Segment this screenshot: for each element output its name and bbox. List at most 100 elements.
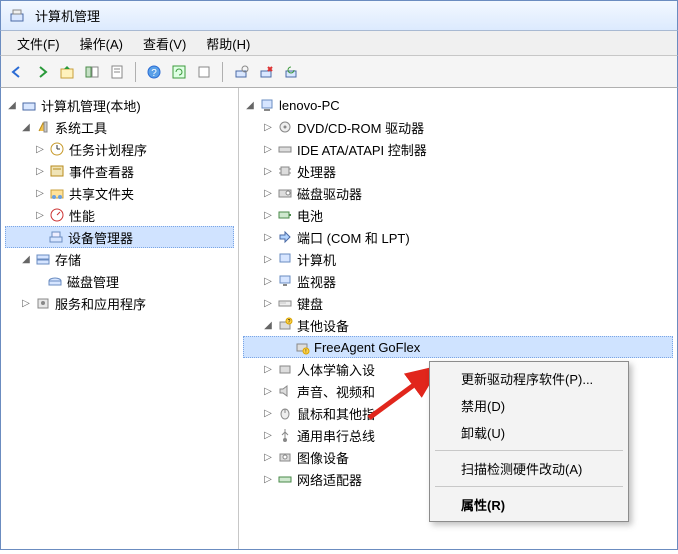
cm-update-driver[interactable]: 更新驱动程序软件(P)...	[433, 365, 625, 392]
ide-controller-icon	[277, 141, 293, 157]
cm-disable[interactable]: 禁用(D)	[433, 392, 625, 419]
collapse-icon[interactable]: ◢	[19, 252, 33, 266]
tree-performance[interactable]: ▷ 性能	[5, 204, 234, 226]
tree-label: 监视器	[297, 272, 336, 291]
tree-task-scheduler[interactable]: ▷ 任务计划程序	[5, 138, 234, 160]
expand-icon[interactable]: ▷	[261, 472, 275, 486]
performance-icon	[49, 207, 65, 223]
device-monitors[interactable]: ▷ 监视器	[243, 270, 673, 292]
tree-label: 声音、视频和	[297, 382, 375, 401]
system-tools-icon	[35, 119, 51, 135]
tree-label: 计算机	[297, 250, 336, 269]
computer-management-window: 计算机管理 文件(F) 操作(A) 查看(V) 帮助(H) ? ◢ 计算机管理(…	[0, 0, 678, 550]
device-computers[interactable]: ▷ 计算机	[243, 248, 673, 270]
device-root-pc[interactable]: ◢ lenovo-PC	[243, 94, 673, 116]
expand-icon[interactable]: ▷	[261, 296, 275, 310]
context-menu-separator	[435, 486, 623, 487]
tree-label: 图像设备	[297, 448, 349, 467]
expand-icon[interactable]: ▷	[261, 230, 275, 244]
dvd-drive-icon	[277, 119, 293, 135]
tree-device-manager[interactable]: 设备管理器	[5, 226, 234, 248]
show-hide-tree-button[interactable]	[81, 61, 103, 83]
expand-icon[interactable]: ▷	[261, 362, 275, 376]
up-button[interactable]	[56, 61, 78, 83]
device-processor[interactable]: ▷处理器	[243, 160, 673, 182]
tree-label: 性能	[69, 206, 95, 225]
menu-help[interactable]: 帮助(H)	[196, 31, 260, 56]
expand-icon[interactable]: ▷	[261, 120, 275, 134]
device-freeagent-goflex[interactable]: ! FreeAgent GoFlex	[243, 336, 673, 358]
unknown-device-icon: !	[294, 339, 310, 355]
expand-icon[interactable]: ▷	[261, 252, 275, 266]
back-button[interactable]	[6, 61, 28, 83]
menu-view[interactable]: 查看(V)	[133, 31, 196, 56]
menu-file[interactable]: 文件(F)	[7, 31, 70, 56]
tree-event-viewer[interactable]: ▷ 事件查看器	[5, 160, 234, 182]
keyboard-icon	[277, 295, 293, 311]
expand-icon[interactable]: ▷	[33, 208, 47, 222]
tree-services-apps[interactable]: ▷ 服务和应用程序	[5, 292, 234, 314]
expand-icon[interactable]: ▷	[261, 384, 275, 398]
device-dvd[interactable]: ▷DVD/CD-ROM 驱动器	[243, 116, 673, 138]
device-disk-drives[interactable]: ▷ 磁盘驱动器	[243, 182, 673, 204]
hid-icon	[277, 361, 293, 377]
help-button[interactable]: ?	[143, 61, 165, 83]
device-ide[interactable]: ▷IDE ATA/ATAPI 控制器	[243, 138, 673, 160]
expand-icon[interactable]: ▷	[261, 428, 275, 442]
device-manager-icon	[48, 229, 64, 245]
event-viewer-icon	[49, 163, 65, 179]
tree-label: lenovo-PC	[279, 98, 340, 113]
uninstall-button[interactable]	[255, 61, 277, 83]
processor-icon	[277, 163, 293, 179]
collapse-icon[interactable]: ◢	[19, 120, 33, 134]
tree-system-tools[interactable]: ◢ 系统工具	[5, 116, 234, 138]
toolbar: ?	[0, 56, 678, 88]
tree-label: FreeAgent GoFlex	[314, 340, 420, 355]
tree-label: 存储	[55, 250, 81, 269]
expand-icon[interactable]: ▷	[261, 450, 275, 464]
cm-uninstall[interactable]: 卸载(U)	[433, 419, 625, 446]
collapse-icon[interactable]: ◢	[261, 318, 275, 332]
tree-shared-folders[interactable]: ▷ 共享文件夹	[5, 182, 234, 204]
device-battery[interactable]: ▷电池	[243, 204, 673, 226]
tree-label: 网络适配器	[297, 470, 362, 489]
expand-icon[interactable]: ▷	[261, 164, 275, 178]
cm-scan-hardware[interactable]: 扫描检测硬件改动(A)	[433, 455, 625, 482]
scan-hardware-button[interactable]	[230, 61, 252, 83]
tree-label: 磁盘驱动器	[297, 184, 362, 203]
update-driver-button[interactable]	[280, 61, 302, 83]
collapse-icon[interactable]: ◢	[243, 98, 257, 112]
properties-button[interactable]	[106, 61, 128, 83]
refresh-button[interactable]	[168, 61, 190, 83]
expand-icon[interactable]: ▷	[33, 142, 47, 156]
right-tree-pane: ◢ lenovo-PC ▷DVD/CD-ROM 驱动器 ▷IDE ATA/ATA…	[239, 88, 677, 549]
action-button[interactable]	[193, 61, 215, 83]
expand-icon[interactable]: ▷	[33, 186, 47, 200]
tree-label: 端口 (COM 和 LPT)	[297, 228, 410, 247]
expand-icon[interactable]: ▷	[19, 296, 33, 310]
tree-disk-management[interactable]: 磁盘管理	[5, 270, 234, 292]
cm-properties[interactable]: 属性(R)	[433, 491, 625, 518]
device-keyboards[interactable]: ▷键盘	[243, 292, 673, 314]
expand-icon[interactable]: ▷	[261, 208, 275, 222]
tree-label: 共享文件夹	[69, 184, 134, 203]
device-ports[interactable]: ▷ 端口 (COM 和 LPT)	[243, 226, 673, 248]
computer-icon	[259, 97, 275, 113]
tree-label: 事件查看器	[69, 162, 134, 181]
expand-icon[interactable]: ▷	[261, 142, 275, 156]
forward-button[interactable]	[31, 61, 53, 83]
expand-icon[interactable]: ▷	[261, 186, 275, 200]
battery-icon	[277, 207, 293, 223]
expand-icon[interactable]: ▷	[261, 274, 275, 288]
menu-action[interactable]: 操作(A)	[70, 31, 133, 56]
menu-bar: 文件(F) 操作(A) 查看(V) 帮助(H)	[0, 30, 678, 56]
device-other-devices[interactable]: ◢?其他设备	[243, 314, 673, 336]
expand-icon[interactable]: ▷	[261, 406, 275, 420]
collapse-icon[interactable]: ◢	[5, 98, 19, 112]
tree-root-computer-management[interactable]: ◢ 计算机管理(本地)	[5, 94, 234, 116]
tree-label: 计算机管理(本地)	[41, 96, 141, 115]
computer-management-icon	[21, 97, 37, 113]
tree-label: 其他设备	[297, 316, 349, 335]
tree-storage[interactable]: ◢ 存储	[5, 248, 234, 270]
expand-icon[interactable]: ▷	[33, 164, 47, 178]
